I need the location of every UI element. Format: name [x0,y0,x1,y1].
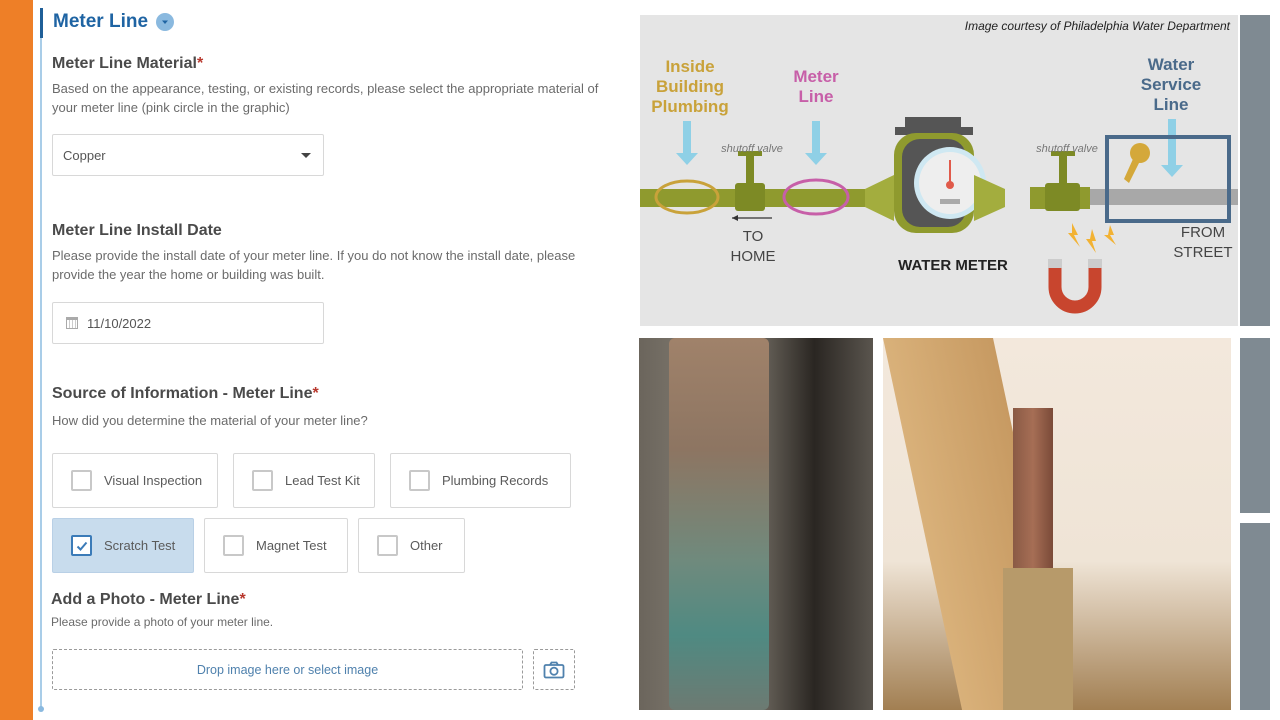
ceiling-pipe-valve-photo [883,338,1231,710]
option-label: Visual Inspection [104,473,203,488]
section-rail-active [40,8,43,38]
key-icon [1124,143,1150,183]
concrete-wall-strip [1240,15,1270,326]
material-label: Meter Line Material* [52,55,204,72]
shutoff-valve-label-left: shutoff valve [721,143,783,155]
option-scratch-test[interactable]: Scratch Test [52,518,194,573]
section-rail [40,8,42,710]
magnet-icon [1048,223,1116,314]
material-select[interactable]: Copper [52,134,324,176]
to-home-label: TO [743,228,764,245]
checkbox[interactable] [409,470,430,491]
caret-down-icon [301,152,311,158]
calendar-icon [66,317,78,329]
option-other[interactable]: Other [358,518,465,573]
photo-label: Add a Photo - Meter Line* [51,591,246,608]
option-visual-inspection[interactable]: Visual Inspection [52,453,218,508]
valve [1003,568,1073,710]
install-date-label: Meter Line Install Date [52,222,222,239]
section-title: Meter Line [53,11,175,33]
required-mark: * [312,385,319,402]
install-date-description: Please provide the install date of your … [52,248,576,282]
camera-button[interactable] [533,649,575,690]
diagram-graphics: shutoff valve shutoff valve TO HOME FROM… [640,117,1238,314]
concrete-wall-strip [1240,523,1270,710]
option-label: Lead Test Kit [285,473,360,488]
concrete-wall-strip [1240,338,1270,513]
checkbox[interactable] [377,535,398,556]
meter-line-form: Meter Line Meter Line Material* Based on… [33,0,633,720]
option-plumbing-records[interactable]: Plumbing Records [390,453,571,508]
checkbox[interactable] [71,470,92,491]
required-mark: * [239,591,246,608]
accent-bar [0,0,33,720]
checkbox-checked[interactable] [71,535,92,556]
image-drop-zone[interactable]: Drop image here or select image [52,649,523,690]
section-rail-end [38,706,44,712]
section-title-text: Meter Line [53,11,149,32]
option-lead-test-kit[interactable]: Lead Test Kit [233,453,375,508]
service-pipe [1090,189,1238,205]
option-label: Plumbing Records [442,473,549,488]
camera-icon [543,661,565,678]
required-mark: * [196,55,204,72]
from-street-label: FROM [1181,224,1225,241]
corroded-copper-meter-pipe-photo [639,338,873,710]
material-description: Based on the appearance, testing, or exi… [52,81,599,115]
install-date-input[interactable]: 11/10/2022 [52,302,324,344]
checkbox[interactable] [223,535,244,556]
svg-text:HOME: HOME [731,248,776,265]
option-label: Scratch Test [104,538,176,553]
source-label: Source of Information - Meter Line* [52,385,319,402]
option-magnet-test[interactable]: Magnet Test [204,518,348,573]
pipe [669,338,769,710]
option-label: Other [410,538,443,553]
chevron-down-circle-icon[interactable] [156,13,175,31]
photo-description: Please provide a photo of your meter lin… [51,615,274,629]
water-line-diagram: Image courtesy of Philadelphia Water Dep… [640,15,1238,326]
checkmark-icon [76,541,87,551]
source-description: How did you determine the material of yo… [52,413,368,428]
material-select-value: Copper [63,147,106,163]
install-date-value: 11/10/2022 [87,315,152,331]
svg-text:STREET: STREET [1173,244,1232,261]
option-label: Magnet Test [256,538,327,553]
checkbox[interactable] [252,470,273,491]
water-meter-label: WATER METER [898,257,1008,274]
water-meter-icon [894,117,986,233]
shutoff-valve-label-right: shutoff valve [1036,143,1098,155]
